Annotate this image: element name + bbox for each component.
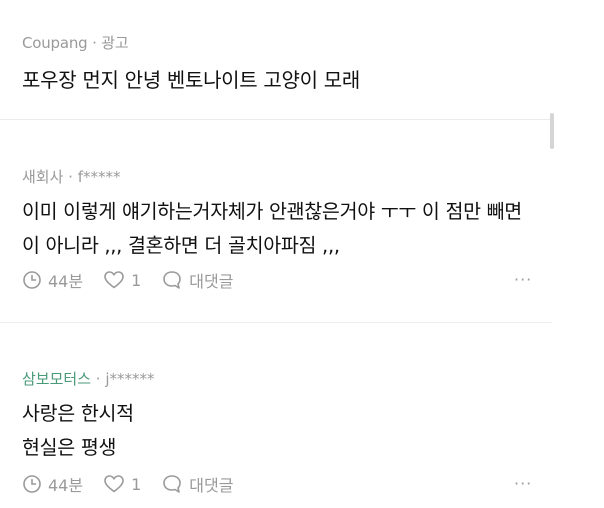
comment-line: 이 아니라 ,,, 결혼하면 더 골치아파짐 ,,,	[22, 234, 340, 257]
heart-icon	[104, 475, 124, 493]
ad-label: 광고	[101, 34, 129, 52]
time-text: 44분	[48, 476, 84, 495]
comment-bubble-icon	[163, 271, 182, 289]
author-user: f*****	[77, 168, 121, 186]
reply-button[interactable]: 대댓글	[161, 472, 233, 496]
time-stamp: 44분	[22, 268, 83, 292]
like-count: 1	[131, 270, 142, 290]
comment-text: 사랑은 한시적 현실은 평생	[22, 397, 134, 465]
comment-author: 삼보모터스 · j******	[22, 368, 155, 389]
time-stamp: 44분	[22, 472, 83, 496]
reply-label: 대댓글	[189, 476, 234, 495]
author-dot: ·	[63, 168, 78, 186]
clock-icon	[23, 475, 41, 493]
heart-icon	[104, 271, 124, 289]
comment-line: 현실은 평생	[22, 436, 117, 459]
ad-meta: Coupang · 광고	[22, 32, 129, 53]
comment-author: 새회사 · f*****	[22, 166, 121, 187]
ad-title[interactable]: 포우장 먼지 안녕 벤토나이트 고양이 모래	[22, 64, 360, 93]
author-company[interactable]: 새회사	[22, 168, 63, 186]
reply-button[interactable]: 대댓글	[161, 268, 233, 292]
comment-actions: 44분 1 대댓글	[22, 472, 253, 496]
more-dots-icon[interactable]: ···	[514, 474, 532, 493]
comment-item: 새회사 · f***** 이미 이렇게 얘기하는거자체가 안괜찮은거야 ㅜㅜ 이…	[0, 120, 560, 320]
time-text: 44분	[48, 272, 84, 291]
comment-line: 사랑은 한시적	[22, 402, 134, 425]
author-dot: ·	[91, 370, 106, 388]
like-button[interactable]: 1	[103, 474, 141, 494]
comments-page: Coupang · 광고 포우장 먼지 안녕 벤토나이트 고양이 모래 새회사 …	[0, 0, 604, 508]
more-dots-icon[interactable]: ···	[514, 270, 532, 289]
like-count: 1	[131, 474, 142, 494]
author-user: j******	[105, 370, 155, 388]
comment-actions: 44분 1 대댓글	[22, 268, 253, 292]
ad-separator: ·	[87, 34, 102, 52]
comment-text: 이미 이렇게 얘기하는거자체가 안괜찮은거야 ㅜㅜ 이 점만 빼면 이 아니라 …	[22, 195, 522, 263]
clock-icon	[23, 271, 41, 289]
comment-item: 삼보모터스 · j****** 사랑은 한시적 현실은 평생 44분 1 대댓글…	[0, 322, 560, 508]
ad-advertiser: Coupang	[22, 34, 88, 52]
like-button[interactable]: 1	[103, 270, 141, 290]
comment-line: 이미 이렇게 얘기하는거자체가 안괜찮은거야 ㅜㅜ 이 점만 빼면	[22, 200, 522, 223]
reply-label: 대댓글	[189, 272, 234, 291]
comment-bubble-icon	[163, 475, 182, 493]
ad-banner[interactable]: Coupang · 광고 포우장 먼지 안녕 벤토나이트 고양이 모래	[0, 0, 604, 108]
author-company[interactable]: 삼보모터스	[22, 370, 91, 388]
